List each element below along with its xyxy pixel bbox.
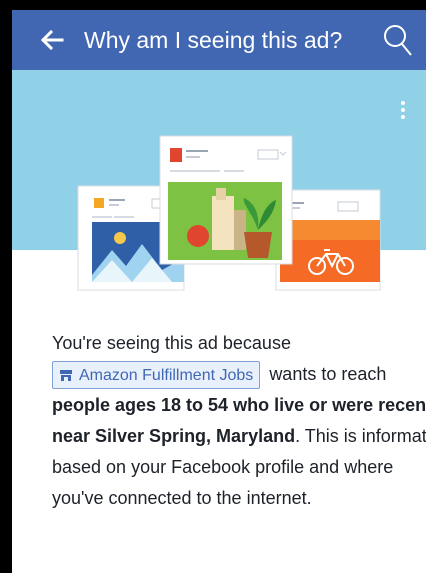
search-button[interactable] xyxy=(380,20,416,60)
profile-text: based on your Facebook profile and where xyxy=(52,457,394,477)
ad-explanation-screen: Why am I seeing this ad? You're seeing t… xyxy=(12,10,426,573)
ad-explanation-text: You're seeing this ad because Amazon Ful… xyxy=(52,328,426,514)
wants-to-reach-text: wants to reach xyxy=(269,364,387,384)
hero-banner xyxy=(12,70,426,250)
location-text: near Silver Spring, Maryland xyxy=(52,426,296,446)
more-options-button[interactable] xyxy=(396,94,410,126)
connection-text: you've connected to the internet. xyxy=(52,488,312,508)
more-vertical-icon xyxy=(401,101,405,105)
top-app-bar: Why am I seeing this ad? xyxy=(12,10,426,70)
audience-text: people ages 18 to 54 who live or were re… xyxy=(52,395,426,415)
info-text: . This is information xyxy=(295,426,426,446)
advertiser-chip[interactable]: Amazon Fulfillment Jobs xyxy=(52,361,261,390)
advertiser-line: Amazon Fulfillment Jobs wants to reach xyxy=(52,359,412,390)
advertiser-name: Amazon Fulfillment Jobs xyxy=(79,366,254,384)
arrow-left-icon xyxy=(40,29,64,51)
back-button[interactable] xyxy=(36,24,68,56)
search-icon xyxy=(384,25,412,56)
storefront-icon xyxy=(60,369,72,381)
page-title: Why am I seeing this ad? xyxy=(84,27,343,53)
intro-line: You're seeing this ad because xyxy=(52,333,291,353)
